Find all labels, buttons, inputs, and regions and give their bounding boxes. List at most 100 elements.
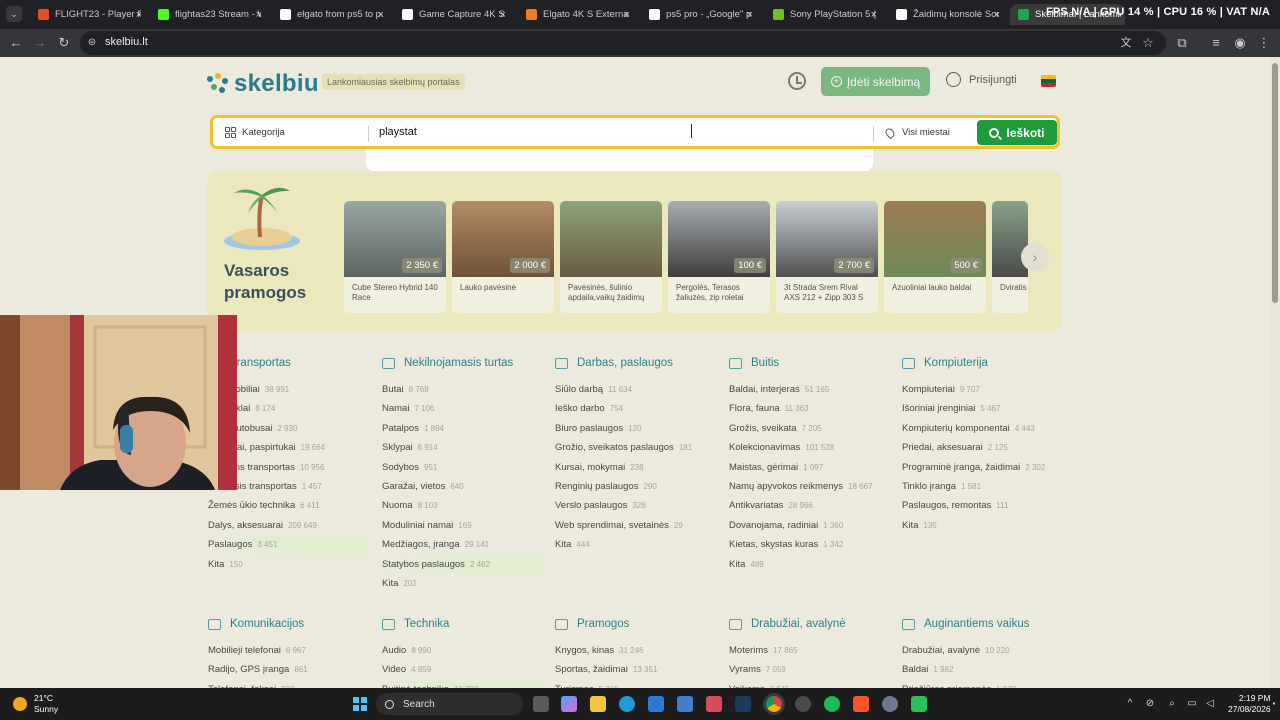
category-item[interactable]: Namai 7 106: [382, 399, 542, 418]
site-logo[interactable]: skelbiu: [207, 70, 319, 98]
browser-tab[interactable]: elgato from ps5 to p... ×: [272, 4, 390, 25]
tab-close-icon[interactable]: ×: [136, 9, 142, 21]
category-heading[interactable]: Drabužiai, avalynė: [729, 616, 889, 632]
category-item[interactable]: Moterims 17 865: [729, 641, 889, 660]
category-heading[interactable]: Kompiuterija: [902, 355, 1062, 371]
browser-tab[interactable]: Game Capture 4K S |...×: [394, 4, 512, 25]
browser-tab[interactable]: FLIGHT23 - Player Pr...×: [30, 4, 148, 25]
category-select[interactable]: Kategorija: [225, 127, 285, 138]
network-icon[interactable]: ▭: [1186, 697, 1198, 710]
category-item[interactable]: Programinė įranga, žaidimai 2 302: [902, 458, 1062, 477]
category-item[interactable]: Moduliniai namai 169: [382, 516, 542, 535]
category-item[interactable]: Sklypai 6 914: [382, 438, 542, 457]
category-item[interactable]: Kompiuterių komponentai 4 443: [902, 419, 1062, 438]
tab-close-icon[interactable]: ×: [624, 9, 630, 21]
category-item[interactable]: Turizmas5 860: [555, 680, 715, 688]
category-item[interactable]: Priedai, aksesuarai 2 125: [902, 438, 1062, 457]
tab-close-icon[interactable]: ×: [871, 9, 877, 21]
weather-widget[interactable]: 21°C Sunny: [34, 693, 58, 715]
discord-icon[interactable]: [795, 696, 811, 712]
reload-icon[interactable]: ↻: [56, 35, 72, 51]
browser-tab[interactable]: Žaidimų konsolė Son...×: [888, 4, 1006, 25]
back-icon[interactable]: ←: [8, 35, 24, 51]
category-item[interactable]: Sodybos 951: [382, 458, 542, 477]
category-item[interactable]: Grožio, sveikatos paslaugos 181: [555, 438, 715, 457]
tab-close-icon[interactable]: ×: [994, 9, 1000, 21]
settings-gear-icon[interactable]: [882, 696, 898, 712]
profile-icon[interactable]: ◉: [1232, 35, 1248, 51]
category-heading[interactable]: Darbas, paslaugos: [555, 355, 715, 371]
banner-listing-card[interactable]: 2 000 € Lauko pavėsinė: [452, 201, 554, 313]
extensions-icon[interactable]: ⧉: [1174, 35, 1190, 51]
category-item[interactable]: Medžiagos, įranga 29 141: [382, 535, 542, 554]
category-item[interactable]: Dovanojama, radiniai 1 360: [729, 516, 889, 535]
notification-icon[interactable]: ▪: [1268, 697, 1280, 710]
bookmark-star-icon[interactable]: ☆: [1140, 35, 1156, 51]
category-item[interactable]: Ieško darbo 754: [555, 399, 715, 418]
category-item[interactable]: Kursai, mokymai 238: [555, 458, 715, 477]
search-button[interactable]: Ieškoti: [977, 120, 1057, 145]
category-item[interactable]: Renginių paslaugos 290: [555, 477, 715, 496]
start-windows-icon[interactable]: [353, 697, 367, 711]
tab-close-icon[interactable]: ×: [256, 9, 262, 21]
banner-listing-card[interactable]: Pavėsinės, šulinio apdaila,vaikų žaidimų: [560, 201, 662, 313]
tray-app-icon[interactable]: ⊘: [1144, 697, 1156, 710]
autocomplete-dropdown[interactable]: [366, 149, 873, 171]
category-item[interactable]: Žemės ūkio technika 6 411: [208, 496, 368, 515]
category-heading[interactable]: Auginantiems vaikus: [902, 616, 1062, 632]
category-item[interactable]: Baldai, interjeras 51 165: [729, 380, 889, 399]
scrollbar-thumb[interactable]: [1272, 63, 1278, 303]
category-item[interactable]: Biuro paslaugos 120: [555, 419, 715, 438]
category-item[interactable]: Garažai, vietos 640: [382, 477, 542, 496]
media-controls-icon[interactable]: ≡: [1208, 35, 1224, 51]
task-view-icon[interactable]: [533, 696, 549, 712]
category-item[interactable]: Web sprendimai, svetainės 29: [555, 516, 715, 535]
add-listing-button[interactable]: + Įdėti skelbimą: [821, 67, 930, 96]
category-item[interactable]: Antikvariatas 28 966: [729, 496, 889, 515]
category-item[interactable]: Baldai 1 982: [902, 660, 1062, 679]
category-item[interactable]: Audio 8 990: [382, 641, 542, 660]
category-heading[interactable]: Buitis: [729, 355, 889, 371]
edge-icon[interactable]: [619, 696, 635, 712]
login-link[interactable]: Prisijungti: [946, 72, 1017, 87]
category-item[interactable]: Siūlo darbą 11 634: [555, 380, 715, 399]
browser-tab[interactable]: Elgato 4K S External...×: [518, 4, 636, 25]
category-item[interactable]: Patalpos 1 894: [382, 419, 542, 438]
translate-icon[interactable]: 文: [1118, 35, 1134, 51]
carousel-next-button[interactable]: ›: [1021, 243, 1049, 271]
category-item[interactable]: Statybos paslaugos 2 462: [382, 554, 542, 574]
category-heading[interactable]: Technika: [382, 616, 542, 632]
category-item[interactable]: Sportas, žaidimai 13 351: [555, 660, 715, 679]
banner-listing-card[interactable]: 2 350 € Cube Stereo Hybrid 140 Race: [344, 201, 446, 313]
category-item[interactable]: Maistas, gėrimai 1 097: [729, 458, 889, 477]
system-clock[interactable]: 2:19 PM 27/08/2026: [1228, 693, 1271, 715]
brave-icon[interactable]: [853, 696, 869, 712]
category-item[interactable]: Vyrams 7 059: [729, 660, 889, 679]
category-item[interactable]: Paslaugos 3 451: [208, 535, 368, 555]
browser-tab[interactable]: Sony PlayStation 5 (P...×: [765, 4, 883, 25]
category-item[interactable]: Namų apyvokos reikmenys 18 667: [729, 477, 889, 496]
mail-icon[interactable]: [677, 696, 693, 712]
category-item[interactable]: Vaikams2 545: [729, 680, 889, 688]
file-explorer-icon[interactable]: [590, 696, 606, 712]
category-item[interactable]: Telefonai, faksai220: [208, 680, 368, 688]
browser-tab[interactable]: flightas23 Stream - W...×: [150, 4, 268, 25]
category-item[interactable]: Verslo paslaugos 328: [555, 496, 715, 515]
category-item[interactable]: Kita 202: [382, 574, 542, 593]
spotify-icon[interactable]: [824, 696, 840, 712]
banner-listing-card[interactable]: 2 700 € 3t Strada Srem Rival AXS 212 + Zi…: [776, 201, 878, 313]
chrome-icon[interactable]: [766, 696, 782, 712]
site-info-icon[interactable]: ⊜: [84, 35, 100, 51]
banner-listing-card[interactable]: 500 € Azuoliniai lauko baldai: [884, 201, 986, 313]
forward-icon[interactable]: →: [32, 35, 48, 51]
category-item[interactable]: Kita 135: [902, 516, 1062, 535]
category-item[interactable]: Drabužiai, avalynė 10 220: [902, 641, 1062, 660]
history-icon[interactable]: [788, 72, 806, 90]
category-item[interactable]: Flora, fauna 11 363: [729, 399, 889, 418]
category-item[interactable]: Kolekcionavimas 101 528: [729, 438, 889, 457]
taskbar-search[interactable]: Search: [376, 693, 523, 715]
category-item[interactable]: Išoriniai įrenginiai 5 467: [902, 399, 1062, 418]
browser-tab[interactable]: ps5 pro - „Google" p... ×: [641, 4, 759, 25]
category-item[interactable]: Dalys, aksesuarai 209 649: [208, 516, 368, 535]
category-item[interactable]: Priežiūros priemonės1 970: [902, 680, 1062, 688]
